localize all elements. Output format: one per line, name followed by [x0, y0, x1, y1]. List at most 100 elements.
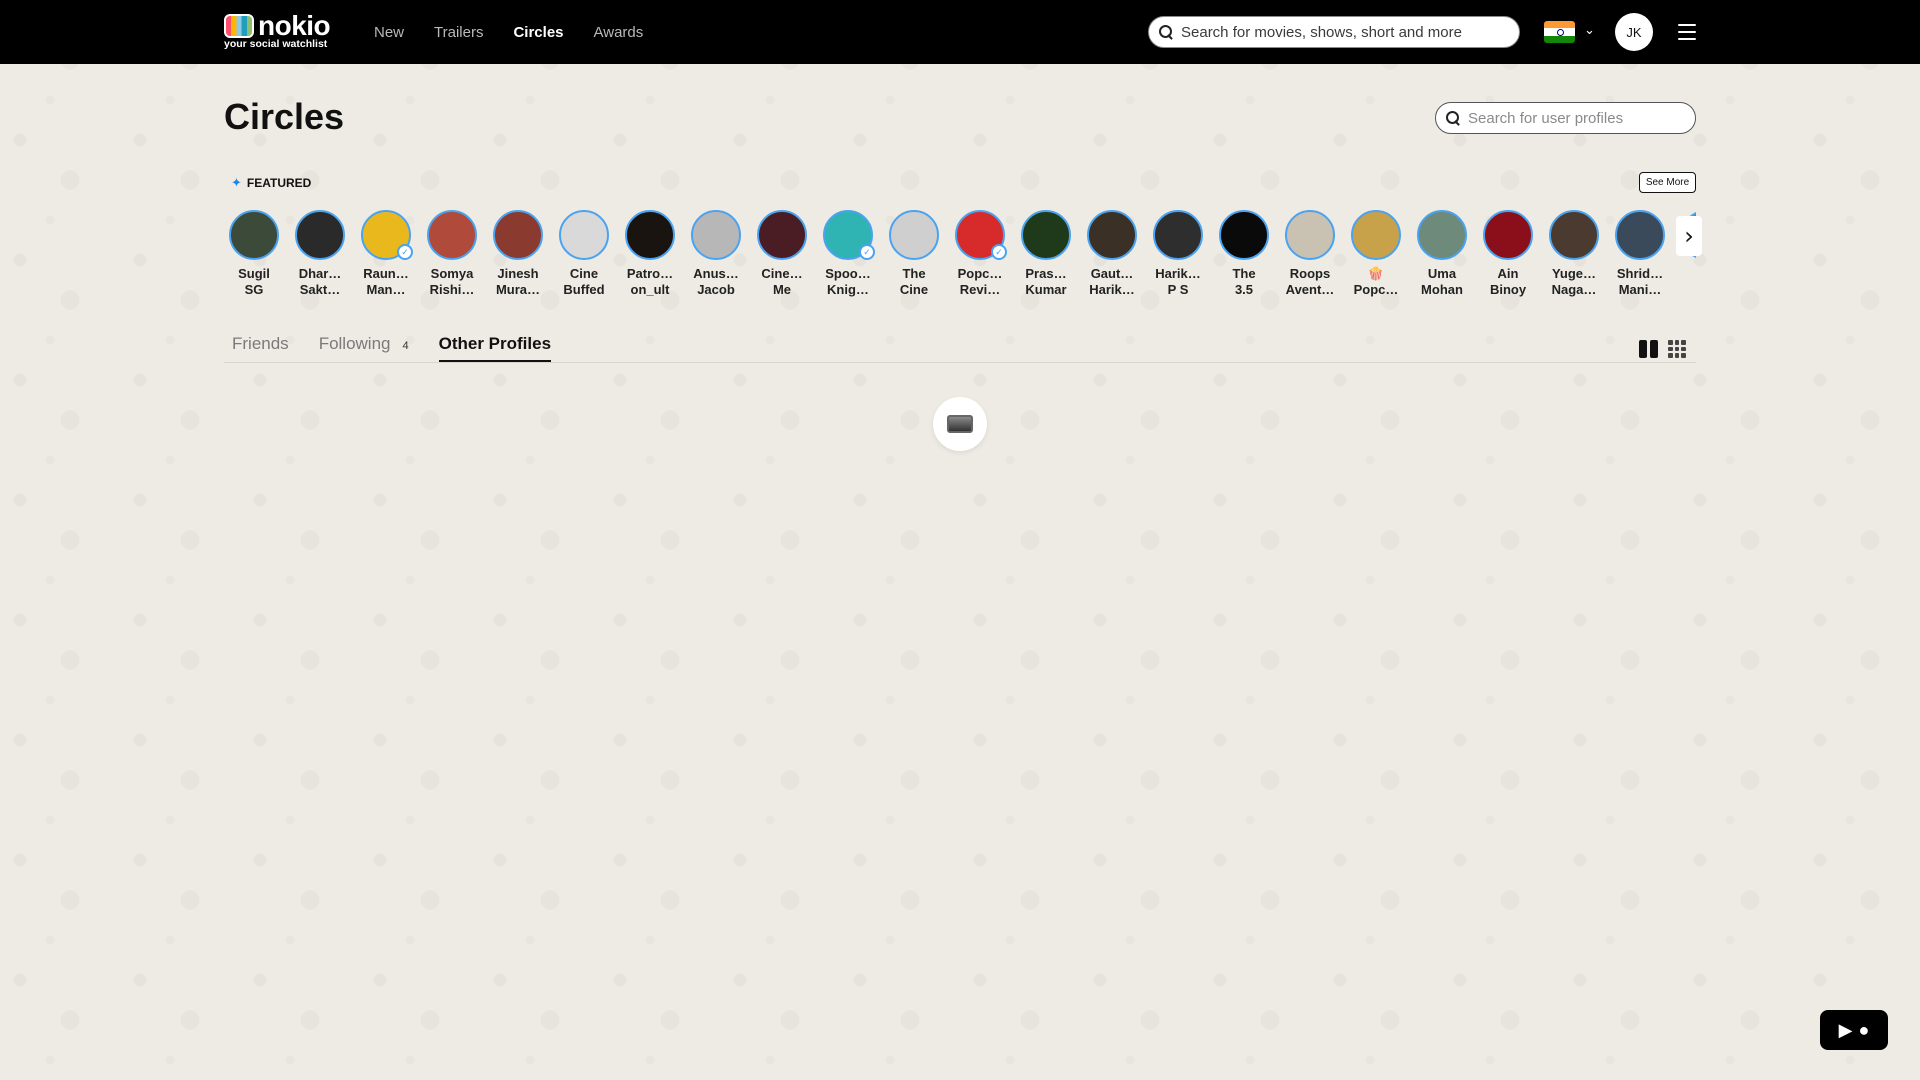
featured-profile[interactable]: Roops Avent…	[1280, 208, 1340, 298]
apple-icon[interactable]: ●	[1858, 1020, 1869, 1041]
menu-icon[interactable]	[1678, 24, 1696, 40]
profile-name-line1: Anus…	[693, 266, 739, 281]
profile-name-line2: Kumar	[1025, 282, 1067, 297]
featured-profile[interactable]: Somya Rishi…	[422, 208, 482, 298]
profile-name-line2: on_ult	[630, 282, 670, 297]
featured-label: ✦ FEATURED	[231, 175, 311, 191]
featured-profile[interactable]: Cine Buffed	[554, 208, 614, 298]
verified-badge-icon: ✓	[859, 244, 875, 260]
profile-name-line2: Rishi…	[429, 282, 475, 297]
profile-avatar: ✓	[955, 210, 1007, 260]
featured-label-text: FEATURED	[246, 176, 312, 190]
global-search-box[interactable]	[1148, 16, 1520, 48]
featured-profile[interactable]: Cine… Me	[752, 208, 812, 298]
profile-search-input[interactable]	[1468, 109, 1695, 127]
profile-name-line2: Mani…	[1618, 282, 1662, 297]
logo-tv-icon	[224, 14, 254, 38]
list-view-icon[interactable]	[1639, 340, 1658, 358]
profile-avatar	[1021, 210, 1071, 260]
profile-name: The 3.5	[1214, 266, 1274, 298]
profile-name-line2: Sakt…	[299, 282, 341, 297]
featured-profile[interactable]: Sugil SG	[224, 208, 284, 298]
featured-profile[interactable]: Yuge… Naga…	[1544, 208, 1604, 298]
profile-name-line1: Vi	[1676, 266, 1696, 282]
profile-name-line2: Avent…	[1285, 282, 1335, 297]
profile-name-line1: Pras…	[1025, 266, 1067, 281]
global-search-input[interactable]	[1181, 23, 1519, 41]
profile-avatar	[1285, 210, 1335, 260]
profile-avatar	[1087, 210, 1137, 260]
tab-other-profiles[interactable]: Other Profiles	[438, 334, 552, 362]
profile-name-line2: Me	[772, 282, 792, 297]
chevron-down-icon[interactable]: ⌄	[1584, 22, 1595, 38]
profile-name-line2: Knig…	[827, 282, 869, 297]
profile-name-line2: Harik…	[1089, 282, 1135, 297]
tab-following[interactable]: Following 4	[319, 334, 409, 362]
profile-name: Dhar… Sakt…	[290, 266, 350, 298]
profile-avatar	[493, 210, 543, 260]
circles-tabs: Friends Following 4 Other Profiles	[232, 334, 552, 362]
see-more-button[interactable]: See More	[1639, 172, 1696, 193]
featured-profile[interactable]: Dhar… Sakt…	[290, 208, 350, 298]
profile-name: Sugil SG	[224, 266, 284, 298]
featured-profile[interactable]: Gaut… Harik…	[1082, 208, 1142, 298]
profile-name: Ain Binoy	[1478, 266, 1538, 298]
profile-name-line1: The	[1232, 266, 1256, 281]
profile-name-line1: Harik…	[1155, 266, 1201, 281]
profile-avatar	[1351, 210, 1401, 260]
featured-profile[interactable]: Ain Binoy	[1478, 208, 1538, 298]
profile-name-line2: Popc…	[1353, 282, 1399, 297]
featured-profile[interactable]: Anus… Jacob	[686, 208, 746, 298]
featured-profile[interactable]: Patro… on_ult	[620, 208, 680, 298]
search-icon	[1159, 25, 1173, 39]
profile-search-box[interactable]	[1435, 102, 1696, 134]
featured-profile[interactable]: ✓ Raun… Man…	[356, 208, 416, 298]
profile-name-line1: Uma	[1427, 266, 1457, 281]
featured-profile[interactable]: The Cine	[884, 208, 944, 298]
main-nav: New Trailers Circles Awards	[374, 0, 643, 64]
profile-name-line2: Buffed	[563, 282, 605, 297]
nokio-logo[interactable]: nokio your social watchlist	[224, 10, 344, 52]
nav-trailers[interactable]: Trailers	[434, 24, 483, 41]
featured-profile[interactable]: ✓ Popc… Revi…	[950, 208, 1010, 298]
logo-tagline: your social watchlist	[224, 38, 328, 50]
profile-name: Patro… on_ult	[620, 266, 680, 298]
featured-profile[interactable]: 🍿 Popc…	[1346, 208, 1406, 298]
profile-name: Anus… Jacob	[686, 266, 746, 298]
profile-name-line2: 3.5	[1234, 282, 1254, 297]
profile-avatar	[427, 210, 477, 260]
profile-avatar	[1483, 210, 1533, 260]
profile-avatar	[1615, 210, 1665, 260]
profile-name-line2: Naga…	[1551, 282, 1597, 297]
featured-profile[interactable]: Harik… P S	[1148, 208, 1208, 298]
featured-profile[interactable]: ✓ Spoo… Knig…	[818, 208, 878, 298]
profile-name-line1: Yuge…	[1551, 266, 1597, 281]
profile-name-line1: Jinesh	[497, 266, 539, 281]
featured-profile[interactable]: Uma Mohan	[1412, 208, 1472, 298]
profile-name-line2: SG	[244, 282, 264, 297]
play-store-icon[interactable]: ▶	[1839, 1020, 1853, 1041]
app-download-badges[interactable]: ▶ ●	[1820, 1010, 1888, 1050]
tab-friends[interactable]: Friends	[232, 334, 289, 362]
top-navigation-bar: nokio your social watchlist New Trailers…	[0, 0, 1920, 64]
profile-name: Jinesh Mura…	[488, 266, 548, 298]
featured-profile[interactable]: Jinesh Mura…	[488, 208, 548, 298]
featured-profile[interactable]: Pras… Kumar	[1016, 208, 1076, 298]
grid-view-icon[interactable]	[1668, 340, 1686, 358]
featured-profile[interactable]: Shrid… Mani…	[1610, 208, 1670, 298]
carousel-next-button[interactable]: ›	[1676, 216, 1702, 256]
profile-name-line2: Mura…	[495, 282, 541, 297]
nav-circles[interactable]: Circles	[513, 24, 563, 41]
nav-awards[interactable]: Awards	[594, 24, 644, 41]
profile-name: Roops Avent…	[1280, 266, 1340, 298]
profile-name: Yuge… Naga…	[1544, 266, 1604, 298]
profile-avatar	[559, 210, 609, 260]
profile-name: ViKu	[1676, 266, 1696, 298]
profile-name-line1: Shrid…	[1616, 266, 1664, 281]
nav-new[interactable]: New	[374, 24, 404, 41]
featured-profile[interactable]: The 3.5	[1214, 208, 1274, 298]
user-avatar[interactable]: JK	[1615, 13, 1653, 51]
india-flag-icon[interactable]	[1544, 21, 1575, 43]
profile-name: Cine… Me	[752, 266, 812, 298]
tabs-divider	[224, 362, 1696, 363]
